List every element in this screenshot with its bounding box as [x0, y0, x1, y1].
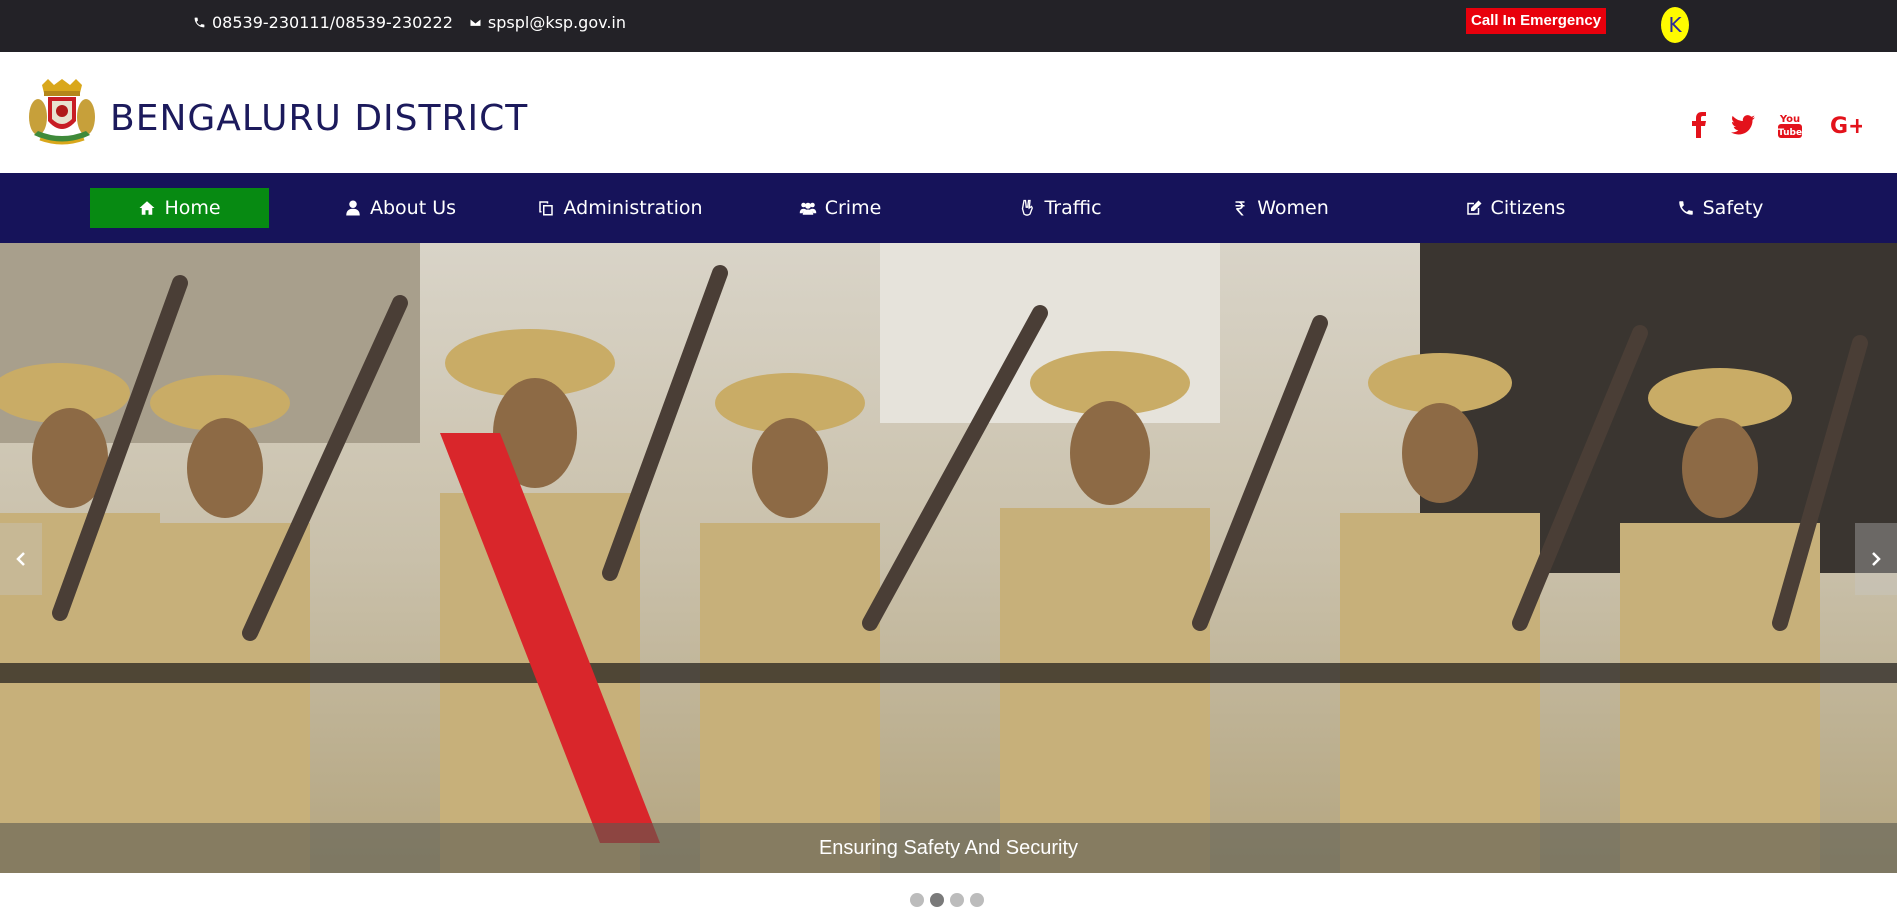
- nav-item-home[interactable]: Home: [90, 188, 269, 228]
- call-in-emergency-button[interactable]: Call In Emergency: [1466, 8, 1607, 34]
- phone-icon: [194, 17, 205, 28]
- top-bar: 08539-230111/08539-230222 spspl@ksp.gov.…: [0, 0, 1897, 52]
- previous-slide-button[interactable]: [0, 523, 42, 595]
- home-icon: [139, 201, 155, 215]
- hero-slider: Ensuring Safety And Security: [0, 243, 1897, 873]
- slide-dot-4[interactable]: [970, 893, 984, 907]
- nav-item-administration[interactable]: Administration: [535, 188, 705, 228]
- slide-dot-1[interactable]: [910, 893, 924, 907]
- copy-icon: [539, 201, 554, 216]
- next-slide-button[interactable]: [1855, 523, 1897, 595]
- phone-icon: [1678, 201, 1693, 215]
- contact-info: 08539-230111/08539-230222 spspl@ksp.gov.…: [193, 13, 636, 32]
- phone-number[interactable]: 08539-230111/08539-230222: [212, 13, 453, 32]
- site-header: BENGALURU DISTRICT You Tube G+: [0, 52, 1897, 173]
- user-icon: [346, 200, 360, 216]
- users-icon: [799, 202, 816, 215]
- nav-item-label: Crime: [824, 197, 882, 219]
- nav-item-citizens[interactable]: Citizens: [1445, 188, 1585, 228]
- google-plus-icon[interactable]: G+: [1826, 108, 1866, 142]
- nav-item-label: Women: [1257, 197, 1329, 219]
- chevron-right-icon: [1872, 552, 1881, 566]
- slide-caption: Ensuring Safety And Security: [818, 837, 1079, 859]
- twitter-icon[interactable]: [1726, 108, 1760, 142]
- svg-text:You: You: [1779, 114, 1800, 125]
- facebook-icon[interactable]: [1682, 108, 1716, 142]
- nav-item-about-us[interactable]: About Us: [330, 188, 470, 228]
- edit-icon: [1466, 200, 1482, 215]
- caption-bar: Ensuring Safety And Security: [0, 823, 1897, 873]
- svg-text:Tube: Tube: [1778, 128, 1802, 138]
- nav-item-label: Administration: [563, 197, 703, 219]
- nav-item-safety[interactable]: Safety: [1670, 188, 1770, 228]
- slide-dot-2[interactable]: [930, 893, 944, 907]
- nav-item-label: Home: [164, 197, 221, 219]
- nav-item-label: Traffic: [1044, 197, 1102, 219]
- nav-item-crime[interactable]: Crime: [790, 188, 890, 228]
- karnataka-emblem-logo[interactable]: [28, 77, 96, 149]
- svg-text:G+: G+: [1830, 114, 1862, 136]
- nav-item-traffic[interactable]: Traffic: [1010, 188, 1110, 228]
- chevron-left-icon: [16, 552, 25, 566]
- hand-icon: [1022, 199, 1034, 216]
- rupee-icon: [1235, 201, 1245, 216]
- nav-item-label: About Us: [369, 197, 457, 219]
- youtube-icon[interactable]: You Tube: [1773, 108, 1807, 142]
- site-title[interactable]: BENGALURU DISTRICT: [110, 98, 528, 139]
- slide-image-police-parade: [0, 243, 1897, 873]
- main-nav: Home About Us Administration Crime Traff…: [0, 173, 1897, 243]
- slider-pagination: [910, 893, 984, 907]
- envelope-icon: [469, 18, 482, 27]
- user-avatar[interactable]: K: [1661, 7, 1689, 43]
- email-address[interactable]: spspl@ksp.gov.in: [488, 13, 626, 32]
- nav-item-label: Citizens: [1490, 197, 1566, 219]
- nav-item-label: Safety: [1702, 197, 1764, 219]
- slide-dot-3[interactable]: [950, 893, 964, 907]
- nav-item-women[interactable]: Women: [1225, 188, 1335, 228]
